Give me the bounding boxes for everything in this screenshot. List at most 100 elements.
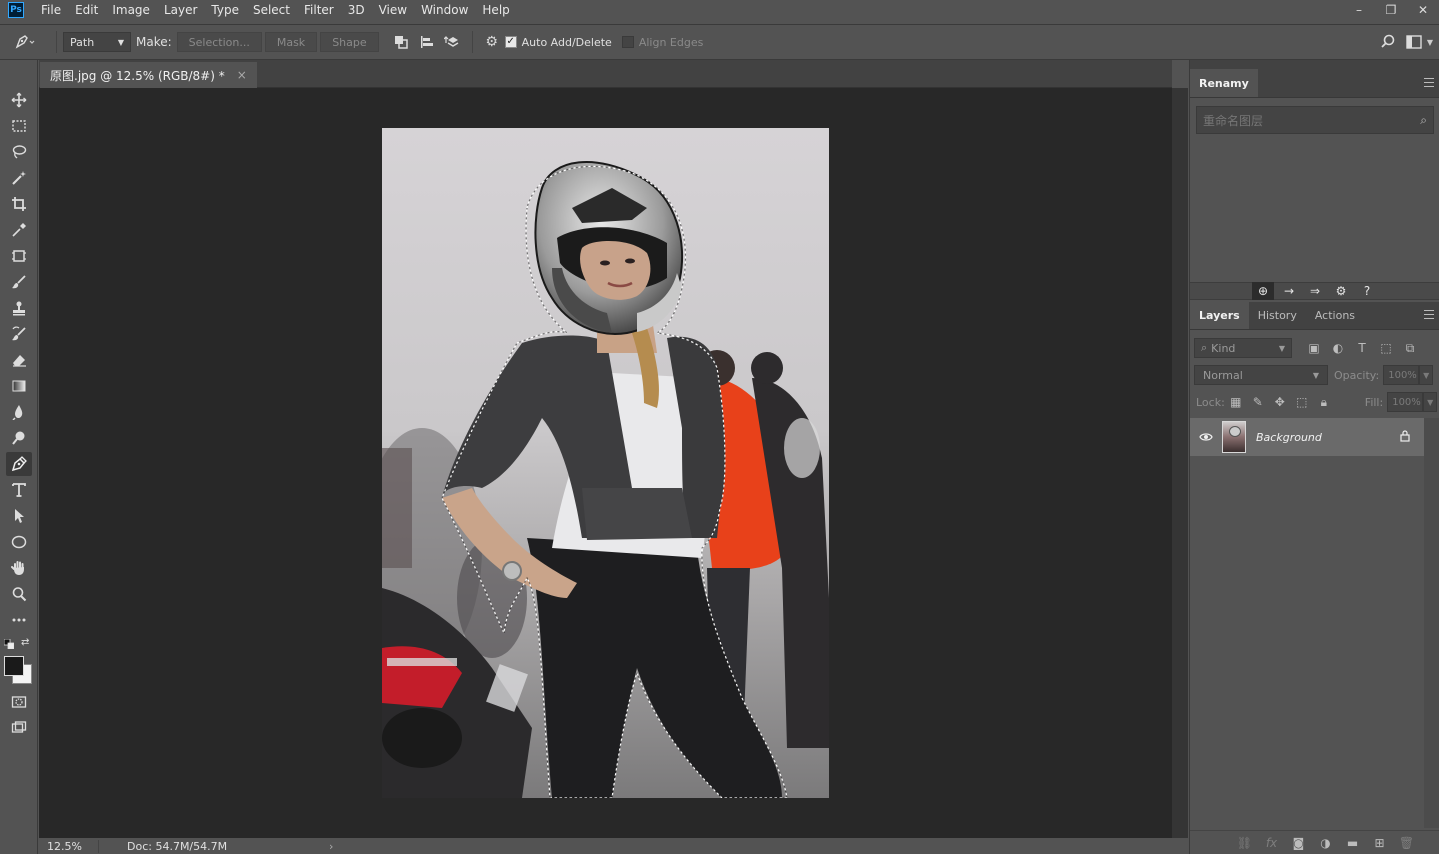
layer-row[interactable]: Background <box>1190 418 1424 456</box>
document-tab[interactable]: 原图.jpg @ 12.5% (RGB/8#) * × <box>40 62 257 88</box>
chevron-down-icon[interactable]: ▼ <box>1419 365 1434 385</box>
dodge-tool-icon[interactable] <box>6 426 32 450</box>
path-selection-tool-icon[interactable] <box>6 504 32 528</box>
align-edges-checkbox[interactable] <box>621 36 634 48</box>
chevron-down-icon[interactable]: ▼ <box>1427 38 1433 47</box>
ellipse-tool-icon[interactable] <box>6 530 32 554</box>
more-tools-icon[interactable] <box>6 608 32 632</box>
tab-history[interactable]: History <box>1249 301 1306 329</box>
workspace-switcher-icon[interactable] <box>1401 29 1427 55</box>
close-tab-icon[interactable]: × <box>237 68 247 82</box>
lock-transparent-icon[interactable]: ▦ <box>1225 395 1247 409</box>
new-group-folder-icon[interactable]: ▬ <box>1339 836 1366 850</box>
zoom-tool-icon[interactable] <box>6 582 32 606</box>
panel-menu-icon[interactable] <box>1424 78 1434 87</box>
renamy-settings-icon[interactable]: ⚙ <box>1330 282 1352 300</box>
minimize-button[interactable]: – <box>1343 0 1375 20</box>
make-shape-button[interactable]: Shape <box>320 32 379 52</box>
quick-mask-icon[interactable] <box>6 690 32 714</box>
layer-name[interactable]: Background <box>1256 431 1322 444</box>
make-mask-button[interactable]: Mask <box>264 32 318 52</box>
opacity-field[interactable]: 100% <box>1383 365 1420 385</box>
settings-gear-icon[interactable]: ⚙ <box>479 29 505 55</box>
menu-select[interactable]: Select <box>246 0 297 20</box>
blur-tool-icon[interactable] <box>6 400 32 424</box>
eyedropper-tool-icon[interactable] <box>6 218 32 242</box>
new-layer-icon[interactable]: ⊞ <box>1366 836 1393 850</box>
make-selection-button[interactable]: Selection... <box>176 32 262 52</box>
menu-file[interactable]: File <box>34 0 68 20</box>
marquee-tool-icon[interactable] <box>6 114 32 138</box>
type-tool-icon[interactable] <box>6 478 32 502</box>
hand-tool-icon[interactable] <box>6 556 32 580</box>
menu-help[interactable]: Help <box>475 0 516 20</box>
layer-lock-icon[interactable] <box>1400 429 1410 445</box>
status-menu-arrow-icon[interactable]: › <box>329 840 333 853</box>
renamy-help-icon[interactable]: ? <box>1356 282 1378 300</box>
search-icon[interactable] <box>1375 29 1401 55</box>
adjustment-filter-icon[interactable]: ◐ <box>1326 339 1350 357</box>
kind-filter-select[interactable]: ⌕ Kind ▼ <box>1194 338 1292 358</box>
renamy-arrow-icon[interactable]: → <box>1278 282 1300 300</box>
move-tool-icon[interactable] <box>6 88 32 112</box>
menu-view[interactable]: View <box>372 0 414 20</box>
tab-renamy[interactable]: Renamy <box>1190 69 1258 97</box>
foreground-color-swatch[interactable] <box>4 656 24 676</box>
lock-image-icon[interactable]: ✎ <box>1247 395 1269 409</box>
canvas-scrollbar[interactable] <box>1172 88 1188 838</box>
restore-button[interactable]: ❐ <box>1375 0 1407 20</box>
crop-tool-icon[interactable] <box>6 192 32 216</box>
smart-object-filter-icon[interactable]: ⧉ <box>1398 339 1422 357</box>
shape-filter-icon[interactable]: ⬚ <box>1374 339 1398 357</box>
delete-layer-trash-icon[interactable]: 🗑︎ <box>1393 836 1420 850</box>
close-window-button[interactable]: ✕ <box>1407 0 1439 20</box>
chevron-down-icon[interactable]: ▼ <box>1423 392 1438 412</box>
history-brush-tool-icon[interactable] <box>6 322 32 346</box>
lock-artboard-icon[interactable]: ⬚ <box>1291 395 1313 409</box>
eraser-tool-icon[interactable] <box>6 348 32 372</box>
layers-scrollbar[interactable] <box>1424 418 1439 828</box>
tab-layers[interactable]: Layers <box>1190 301 1249 329</box>
lock-position-icon[interactable]: ✥ <box>1269 395 1291 409</box>
frame-tool-icon[interactable] <box>6 244 32 268</box>
pen-mode-select[interactable]: Path ▼ <box>63 32 131 52</box>
fill-field[interactable]: 100% <box>1387 392 1424 412</box>
menu-filter[interactable]: Filter <box>297 0 341 20</box>
search-icon[interactable]: ⌕ <box>1420 113 1427 128</box>
path-arrangement-icon[interactable] <box>440 29 466 55</box>
menu-window[interactable]: Window <box>414 0 475 20</box>
lasso-tool-icon[interactable] <box>6 140 32 164</box>
panel-menu-icon[interactable] <box>1424 310 1434 319</box>
screen-mode-icon[interactable] <box>6 716 32 740</box>
pixel-filter-icon[interactable]: ▣ <box>1302 339 1326 357</box>
rename-layer-input[interactable]: 重命名图层 ⌕ <box>1196 106 1434 134</box>
brush-tool-icon[interactable] <box>6 270 32 294</box>
menu-3d[interactable]: 3D <box>341 0 372 20</box>
path-alignment-icon[interactable] <box>414 29 440 55</box>
add-mask-icon[interactable]: ◙ <box>1285 836 1312 850</box>
tab-actions[interactable]: Actions <box>1306 301 1364 329</box>
visibility-eye-icon[interactable] <box>1190 432 1222 442</box>
swap-colors-icon[interactable]: ⇄ <box>21 637 33 649</box>
document-image[interactable] <box>382 128 829 798</box>
lock-all-icon[interactable]: 🔒︎ <box>1313 395 1335 410</box>
menu-image[interactable]: Image <box>105 0 157 20</box>
blend-mode-select[interactable]: Normal ▼ <box>1194 365 1328 385</box>
renamy-double-arrow-icon[interactable]: ⇒ <box>1304 282 1326 300</box>
magic-wand-tool-icon[interactable] <box>6 166 32 190</box>
menu-edit[interactable]: Edit <box>68 0 105 20</box>
menu-type[interactable]: Type <box>204 0 246 20</box>
layer-style-fx-icon[interactable]: fx <box>1258 836 1285 850</box>
type-filter-icon[interactable]: T <box>1350 339 1374 357</box>
default-colors-icon[interactable] <box>3 638 15 650</box>
adjustment-layer-icon[interactable]: ◑ <box>1312 836 1339 850</box>
tool-preset-picker[interactable] <box>0 25 50 59</box>
auto-add-delete-checkbox[interactable]: ✓ <box>504 36 517 48</box>
path-operations-icon[interactable] <box>388 29 414 55</box>
link-layers-icon[interactable]: ⛓ <box>1231 836 1258 850</box>
zoom-level[interactable]: 12.5% <box>39 839 99 853</box>
stamp-tool-icon[interactable] <box>6 296 32 320</box>
menu-layer[interactable]: Layer <box>157 0 204 20</box>
renamy-add-icon[interactable]: ⊕ <box>1252 282 1274 300</box>
gradient-tool-icon[interactable] <box>6 374 32 398</box>
